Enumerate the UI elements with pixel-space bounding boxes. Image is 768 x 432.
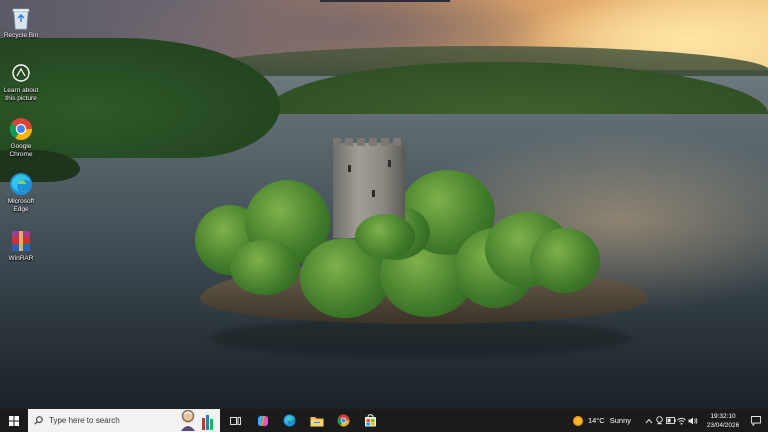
tray-volume[interactable]	[687, 409, 698, 432]
recycle-bin-icon	[8, 5, 34, 31]
desktop-icon-label: Google Chrome	[0, 143, 42, 159]
wallpaper-castle-window	[348, 165, 351, 172]
wallpaper-castle-battlements	[333, 138, 405, 146]
wallpaper-tree	[530, 228, 600, 293]
desktop-icon-recycle-bin[interactable]: Recycle Bin	[0, 5, 42, 40]
notification-icon	[751, 415, 761, 426]
battery-icon	[665, 417, 676, 424]
taskbar-search-box[interactable]: Type here to search	[28, 409, 220, 432]
notification-center-button[interactable]	[744, 409, 768, 432]
task-view-icon	[230, 416, 241, 425]
wallpaper-castle-window	[388, 160, 391, 167]
taskbar-copilot[interactable]	[249, 409, 276, 432]
taskbar-edge[interactable]	[276, 409, 303, 432]
search-highlight-image[interactable]	[177, 409, 217, 431]
camera-info-icon	[8, 60, 34, 86]
wallpaper-castle-window	[372, 190, 375, 197]
top-edge-strip	[320, 0, 450, 2]
desktop-icon-label: Microsoft Edge	[0, 198, 42, 214]
weather-temperature: 14°C	[587, 416, 605, 425]
tray-network[interactable]	[676, 409, 687, 432]
label-line: Microsoft	[7, 198, 35, 205]
clock-date: 23/04/2026	[706, 421, 740, 429]
folder-icon	[310, 416, 323, 426]
sun-icon	[572, 415, 583, 426]
show-hidden-icons-button[interactable]	[643, 409, 654, 432]
desktop: Recycle Bin Learn about this picture Goo…	[0, 0, 768, 432]
desktop-icon-microsoft-edge[interactable]: Microsoft Edge	[0, 171, 42, 214]
store-icon	[365, 414, 376, 427]
clock-time: 19:32:10	[710, 412, 736, 420]
wifi-icon	[677, 417, 686, 425]
label-line: Learn about	[3, 87, 39, 94]
copilot-icon	[257, 415, 268, 426]
wallpaper-tree	[355, 214, 415, 259]
wallpaper	[0, 0, 768, 432]
edge-icon	[8, 171, 34, 197]
weather-condition: Sunny	[609, 416, 631, 425]
wallpaper-island-reflection	[210, 318, 630, 358]
weather-widget[interactable]: 14°C Sunny	[572, 415, 631, 427]
desktop-icon-winrar[interactable]: WinRAR	[0, 228, 42, 263]
search-icon	[34, 416, 43, 425]
label-line: Edge	[13, 206, 29, 213]
taskbar-file-explorer[interactable]	[303, 409, 330, 432]
system-tray: 14°C Sunny 19:32:10 23/04/2026	[572, 409, 768, 432]
desktop-icon-label: WinRAR	[8, 255, 34, 262]
winrar-icon	[8, 228, 34, 254]
desktop-icon-label: Recycle Bin	[3, 32, 39, 39]
taskbar-clock[interactable]: 19:32:10 23/04/2026	[702, 412, 744, 430]
desktop-icon-google-chrome[interactable]: Google Chrome	[0, 116, 42, 159]
search-placeholder: Type here to search	[49, 416, 120, 425]
windows-logo-icon	[9, 415, 19, 426]
label-line: Google	[10, 143, 32, 150]
tray-meet-now[interactable]	[654, 409, 665, 432]
chrome-icon	[8, 116, 34, 142]
taskbar-microsoft-store[interactable]	[357, 409, 384, 432]
taskbar-chrome[interactable]	[330, 409, 357, 432]
task-view-button[interactable]	[222, 409, 249, 432]
start-button[interactable]	[0, 409, 28, 432]
webcam-icon	[656, 416, 663, 425]
chrome-icon	[337, 414, 350, 427]
label-line: Chrome	[9, 151, 33, 158]
chevron-up-icon	[645, 418, 652, 423]
tray-battery[interactable]	[665, 409, 676, 432]
taskbar: Type here to search 14°C Sunny 19:32:10 …	[0, 409, 768, 432]
desktop-icon-learn-about-picture[interactable]: Learn about this picture	[0, 60, 42, 103]
desktop-icon-label: Learn about this picture	[0, 87, 42, 103]
wallpaper-tree	[230, 240, 300, 295]
label-line: this picture	[5, 95, 37, 102]
edge-icon	[283, 414, 296, 427]
speaker-icon	[688, 417, 697, 424]
